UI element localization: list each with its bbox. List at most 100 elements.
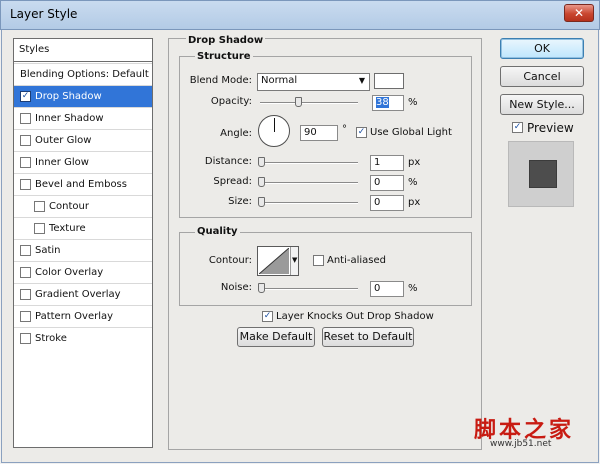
opacity-value: 38 <box>376 97 389 108</box>
contour-dropdown[interactable]: ▼ <box>290 247 298 275</box>
distance-slider-track[interactable] <box>260 162 358 164</box>
size-slider-track[interactable] <box>260 202 358 204</box>
angle-dial-needle <box>274 118 275 132</box>
style-item-checkbox[interactable]: ✓ <box>20 91 31 102</box>
style-item-label: Bevel and Emboss <box>35 179 127 190</box>
size-label: Size: <box>228 196 252 207</box>
size-unit: px <box>408 197 421 208</box>
title-bar <box>0 0 600 30</box>
noise-slider-track[interactable] <box>260 288 358 290</box>
panel-title: Drop Shadow <box>186 35 266 46</box>
blend-mode-select[interactable]: Normal ▼ <box>257 73 370 91</box>
chevron-down-icon: ▼ <box>358 76 365 85</box>
style-item-stroke[interactable]: Stroke <box>14 327 152 349</box>
angle-label: Angle: <box>220 128 252 139</box>
distance-input[interactable]: 1 <box>370 155 404 171</box>
style-item-checkbox[interactable] <box>20 179 31 190</box>
style-item-label: Stroke <box>35 333 67 344</box>
spread-unit: % <box>408 177 418 188</box>
style-item-bevel-and-emboss[interactable]: Bevel and Emboss <box>14 173 152 195</box>
opacity-slider-thumb[interactable] <box>295 97 302 107</box>
style-item-satin[interactable]: Satin <box>14 239 152 261</box>
spread-label: Spread: <box>213 176 252 187</box>
style-item-label: Outer Glow <box>35 135 92 146</box>
noise-slider-thumb[interactable] <box>258 283 265 293</box>
styles-list-header[interactable]: Styles <box>13 38 153 62</box>
style-item-drop-shadow[interactable]: ✓ Drop Shadow <box>14 85 152 107</box>
shadow-color-swatch[interactable] <box>374 73 404 89</box>
style-item-checkbox[interactable] <box>20 113 31 124</box>
quality-group <box>179 232 472 306</box>
style-item-label: Blending Options: Default <box>20 69 149 80</box>
style-item-checkbox[interactable] <box>20 157 31 168</box>
style-item-checkbox[interactable] <box>34 223 45 234</box>
layer-knocks-out-checkbox[interactable]: ✓ <box>262 311 273 322</box>
style-item-inner-shadow[interactable]: Inner Shadow <box>14 107 152 129</box>
style-item-checkbox[interactable] <box>20 245 31 256</box>
opacity-unit: % <box>408 97 418 108</box>
opacity-slider-track[interactable] <box>260 102 358 104</box>
style-item-checkbox[interactable] <box>20 267 31 278</box>
opacity-label: Opacity: <box>210 96 252 107</box>
style-item-outer-glow[interactable]: Outer Glow <box>14 129 152 151</box>
anti-aliased-checkbox[interactable] <box>313 255 324 266</box>
style-item-checkbox[interactable] <box>20 289 31 300</box>
blend-mode-label: Blend Mode: <box>189 75 252 86</box>
style-item-pattern-overlay[interactable]: Pattern Overlay <box>14 305 152 327</box>
angle-dial[interactable] <box>258 115 290 147</box>
preview-checkbox[interactable]: ✓ <box>512 122 523 133</box>
preview-thumbnail <box>508 141 574 207</box>
noise-value: 0 <box>374 283 381 294</box>
style-item-label: Gradient Overlay <box>35 289 121 300</box>
distance-value: 1 <box>374 157 381 168</box>
spread-slider-thumb[interactable] <box>258 177 265 187</box>
distance-slider-thumb[interactable] <box>258 157 265 167</box>
distance-unit: px <box>408 157 421 168</box>
ok-button[interactable]: OK <box>500 38 584 59</box>
noise-input[interactable]: 0 <box>370 281 404 297</box>
spread-value: 0 <box>374 177 381 188</box>
size-input[interactable]: 0 <box>370 195 404 211</box>
angle-value: 90 <box>304 127 317 138</box>
use-global-light-checkbox[interactable]: ✓ <box>356 127 367 138</box>
use-global-light-label: Use Global Light <box>370 127 452 138</box>
style-item-blending-options-default[interactable]: Blending Options: Default <box>14 63 152 85</box>
make-default-button[interactable]: Make Default <box>237 327 315 347</box>
close-icon: ✕ <box>573 6 585 20</box>
opacity-input[interactable]: 38 <box>372 95 404 111</box>
style-item-checkbox[interactable] <box>20 311 31 322</box>
style-item-label: Texture <box>49 223 86 234</box>
blend-mode-value: Normal <box>261 75 298 86</box>
chevron-down-icon: ▼ <box>292 256 298 264</box>
style-item-contour[interactable]: Contour <box>14 195 152 217</box>
window-title: Layer Style <box>10 7 78 21</box>
style-item-inner-glow[interactable]: Inner Glow <box>14 151 152 173</box>
preview-label: Preview <box>527 121 574 135</box>
style-item-checkbox[interactable] <box>20 333 31 344</box>
new-style-button[interactable]: New Style... <box>500 94 584 115</box>
angle-input[interactable]: 90 <box>300 125 338 141</box>
style-item-label: Pattern Overlay <box>35 311 114 322</box>
distance-label: Distance: <box>204 156 252 167</box>
style-item-color-overlay[interactable]: Color Overlay <box>14 261 152 283</box>
style-item-label: Color Overlay <box>35 267 104 278</box>
contour-picker[interactable]: ▼ <box>257 246 299 276</box>
size-value: 0 <box>374 197 381 208</box>
layer-knocks-out-label: Layer Knocks Out Drop Shadow <box>276 311 434 322</box>
cancel-button[interactable]: Cancel <box>500 66 584 87</box>
style-item-label: Inner Glow <box>35 157 89 168</box>
style-item-label: Inner Shadow <box>35 113 104 124</box>
spread-slider-track[interactable] <box>260 182 358 184</box>
size-slider-thumb[interactable] <box>258 197 265 207</box>
spread-input[interactable]: 0 <box>370 175 404 191</box>
style-item-checkbox[interactable] <box>34 201 45 212</box>
checkmark-icon: ✓ <box>21 91 30 101</box>
style-item-texture[interactable]: Texture <box>14 217 152 239</box>
contour-curve-icon <box>259 248 289 274</box>
close-button[interactable]: ✕ <box>564 4 594 22</box>
reset-to-default-button[interactable]: Reset to Default <box>322 327 414 347</box>
contour-label: Contour: <box>208 255 252 266</box>
style-item-gradient-overlay[interactable]: Gradient Overlay <box>14 283 152 305</box>
style-item-checkbox[interactable] <box>20 135 31 146</box>
style-item-label: Drop Shadow <box>35 91 102 102</box>
